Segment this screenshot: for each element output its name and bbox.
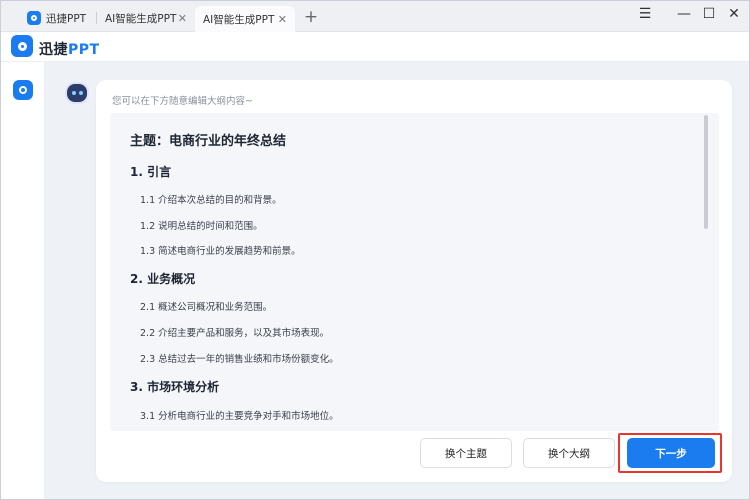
ai-bot-avatar-icon (67, 84, 87, 102)
section-heading[interactable]: 1. 引言 (130, 163, 171, 180)
outline-item[interactable]: 2.1 概述公司概况和业务范围。 (140, 299, 272, 313)
outline-item[interactable]: 1.3 简述电商行业的发展趋势和前景。 (140, 243, 301, 257)
app-logo-icon (11, 35, 33, 57)
tab-ai-ppt-1[interactable]: AI智能生成PPT ✕ (97, 6, 195, 30)
tab-label: AI智能生成PPT (105, 12, 177, 25)
next-step-button[interactable]: 下一步 (627, 438, 715, 468)
outline-card: 您可以在下方随意编辑大纲内容~ 主题：电商行业的年终总结 1. 引言 1.1 介… (96, 80, 732, 482)
close-icon[interactable]: ✕ (178, 12, 187, 25)
section-heading[interactable]: 2. 业务概况 (130, 270, 195, 287)
outline-scrollbar[interactable] (704, 115, 708, 229)
outline-item[interactable]: 1.2 说明总结的时间和范围。 (140, 218, 263, 232)
outline-item[interactable]: 2.2 介绍主要产品和服务，以及其市场表现。 (140, 325, 329, 339)
app-name-suffix: PPT (68, 42, 100, 58)
sidebar-home-icon[interactable] (13, 80, 33, 100)
app-logo-icon (27, 11, 41, 25)
sidebar (1, 62, 45, 499)
outline-editor[interactable]: 主题：电商行业的年终总结 1. 引言 1.1 介绍本次总结的目的和背景。 1.2… (110, 113, 719, 431)
tab-bar: 迅捷PPT AI智能生成PPT ✕ AI智能生成PPT ✕ + ☰ — ☐ ✕ (1, 1, 749, 32)
outline-item[interactable]: 1.1 介绍本次总结的目的和背景。 (140, 192, 282, 206)
close-icon[interactable]: ✕ (278, 13, 287, 26)
app-name: 迅捷PPT (39, 39, 100, 59)
section-heading[interactable]: 3. 市场环境分析 (130, 378, 219, 395)
maximize-icon[interactable]: ☐ (698, 6, 720, 26)
app-header: 迅捷PPT (1, 32, 749, 62)
menu-icon[interactable]: ☰ (634, 6, 656, 26)
edit-hint: 您可以在下方随意编辑大纲内容~ (112, 96, 253, 107)
new-tab-icon[interactable]: + (301, 7, 321, 27)
tab-home[interactable]: 迅捷PPT (19, 6, 97, 30)
minimize-icon[interactable]: — (673, 6, 695, 26)
outline-item[interactable]: 2.3 总结过去一年的销售业绩和市场份额变化。 (140, 351, 339, 365)
outline-item[interactable]: 3.1 分析电商行业的主要竞争对手和市场地位。 (140, 408, 339, 422)
change-topic-button[interactable]: 换个主题 (420, 438, 512, 468)
tab-label: 迅捷PPT (46, 12, 87, 25)
app-name-prefix: 迅捷 (39, 42, 68, 58)
change-outline-button[interactable]: 换个大纲 (523, 438, 615, 468)
close-window-icon[interactable]: ✕ (723, 6, 745, 26)
tab-label: AI智能生成PPT (203, 13, 275, 26)
tab-ai-ppt-2[interactable]: AI智能生成PPT ✕ (195, 6, 295, 32)
outline-title[interactable]: 主题：电商行业的年终总结 (130, 130, 286, 149)
app-window: 迅捷PPT AI智能生成PPT ✕ AI智能生成PPT ✕ + ☰ — ☐ ✕ … (0, 0, 750, 500)
